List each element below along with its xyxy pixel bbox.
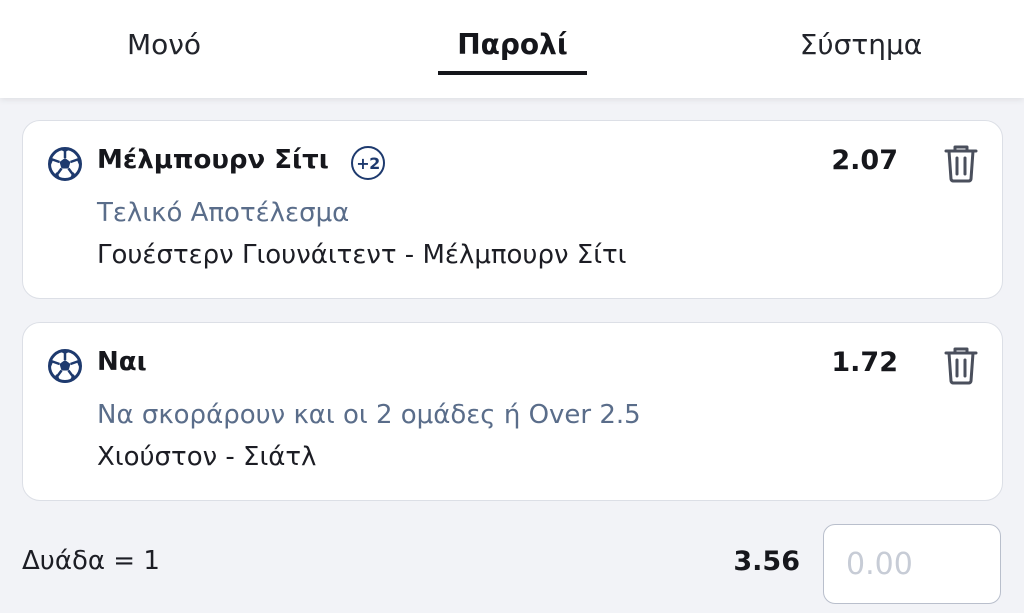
active-tab-indicator xyxy=(438,71,587,75)
bet-selection: Ναι xyxy=(97,347,147,377)
bet-market: Τελικό Αποτέλεσμα xyxy=(97,198,350,228)
bet-event: Χιούστον - Σιάτλ xyxy=(97,442,317,472)
bet-odds: 1.72 xyxy=(831,347,898,378)
tab-system-label: Σύστημα xyxy=(799,28,923,61)
bet-card: Ναι 1.72 Να σκοράρουν και οι 2 ομάδες ή … xyxy=(22,322,1003,501)
tab-system[interactable]: Σύστημα xyxy=(776,0,946,98)
combination-label: Δυάδα = 1 xyxy=(22,546,160,576)
soccer-ball-icon xyxy=(48,349,82,383)
total-odds: 3.56 xyxy=(733,546,800,577)
bet-card: Μέλμπουρν Σίτι +2 2.07 Τελικό Αποτέλεσμα… xyxy=(22,120,1003,299)
tab-parlay-label: Παρολί xyxy=(457,28,568,61)
tab-single-label: Μονό xyxy=(126,28,202,61)
bet-type-tabs: Μονό Παρολί Σύστημα xyxy=(0,0,1024,98)
trash-icon[interactable] xyxy=(942,143,980,183)
bet-odds: 2.07 xyxy=(831,145,898,176)
bet-selection: Μέλμπουρν Σίτι xyxy=(97,145,329,175)
tab-single[interactable]: Μονό xyxy=(80,0,248,98)
tab-parlay[interactable]: Παρολί xyxy=(438,0,587,98)
bet-event: Γουέστερν Γιουνάιτεντ - Μέλμπουρν Σίτι xyxy=(97,240,627,270)
more-markets-badge[interactable]: +2 xyxy=(351,146,385,180)
bet-market: Να σκοράρουν και οι 2 ομάδες ή Over 2.5 xyxy=(97,400,641,430)
trash-icon[interactable] xyxy=(942,345,980,385)
stake-input[interactable] xyxy=(823,524,1001,604)
soccer-ball-icon xyxy=(48,147,82,181)
